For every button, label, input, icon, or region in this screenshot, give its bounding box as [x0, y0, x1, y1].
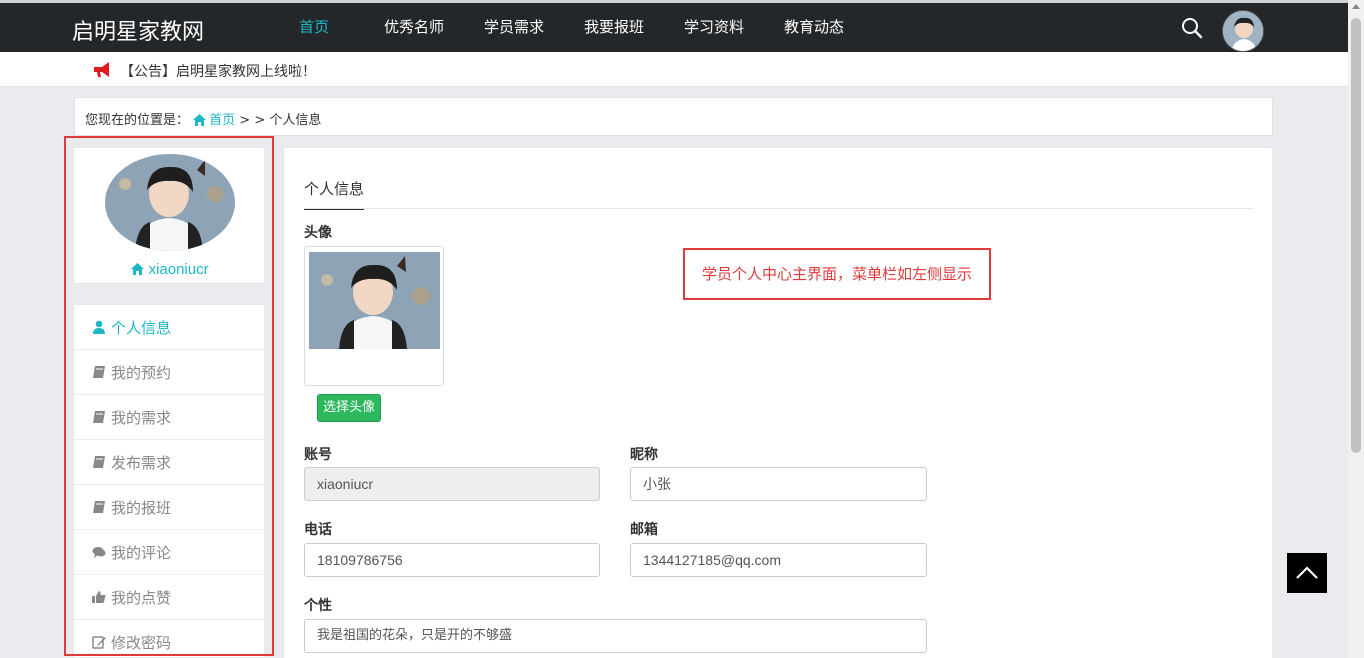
main-nav: 首页 优秀名师 学员需求 我要报班 学习资料 教育动态	[264, 3, 864, 52]
menu-item-label: 修改密码	[111, 633, 172, 652]
chevron-up-icon	[1296, 566, 1318, 579]
user-center-menu: 个人信息 我的预约 我的需求 发布需求 我的报班 我的评论 我的点赞 修改密码	[73, 304, 265, 658]
announcement-bar: 【公告】启明星家教网上线啦！	[0, 52, 1348, 87]
nav-materials[interactable]: 学习资料	[664, 3, 764, 52]
menu-item-label: 我的点赞	[111, 588, 172, 607]
profile-username[interactable]: xiaoniucr	[74, 261, 266, 278]
home-icon	[193, 114, 207, 130]
nickname-field[interactable]: 小张	[630, 467, 927, 501]
menu-item-my-needs[interactable]: 我的需求	[74, 395, 264, 440]
avatar-label: 头像	[304, 225, 332, 241]
profile-avatar	[105, 154, 235, 251]
nickname-label: 昵称	[630, 447, 658, 463]
tab-personal-info[interactable]: 个人信息	[304, 178, 365, 210]
menu-item-appointments[interactable]: 我的预约	[74, 350, 264, 395]
book-icon	[92, 500, 106, 514]
menu-item-label: 发布需求	[111, 453, 172, 472]
tab-divider	[304, 208, 1254, 209]
menu-item-my-likes[interactable]: 我的点赞	[74, 575, 264, 620]
scrollbar-thumb[interactable]	[1351, 18, 1361, 453]
comments-icon	[92, 545, 106, 559]
thumbs-up-icon	[92, 590, 106, 604]
breadcrumb-home-link[interactable]: 首页	[209, 113, 235, 128]
bio-label: 个性	[304, 598, 332, 614]
avatar-image	[309, 252, 440, 349]
search-icon[interactable]	[1180, 16, 1204, 40]
breadcrumb-current: 个人信息	[269, 113, 322, 128]
breadcrumb-prefix: 您现在的位置是：	[85, 113, 190, 128]
menu-item-publish-need[interactable]: 发布需求	[74, 440, 264, 485]
account-field[interactable]: xiaoniucr	[304, 467, 600, 501]
breadcrumb: 您现在的位置是： 首页 > > 个人信息	[74, 97, 1273, 136]
email-label: 邮箱	[630, 522, 658, 538]
avatar-preview	[304, 246, 444, 386]
book-icon	[92, 455, 106, 469]
back-to-top-button[interactable]	[1287, 553, 1327, 593]
menu-item-label: 我的需求	[111, 408, 172, 427]
choose-avatar-button[interactable]: 选择头像	[317, 394, 382, 422]
edit-icon	[92, 635, 106, 649]
top-navbar: 启明星家教网 首页 优秀名师 学员需求 我要报班 学习资料 教育动态	[0, 0, 1364, 52]
bio-field[interactable]: 我是祖国的花朵，只是开的不够盛	[304, 619, 927, 653]
menu-item-my-classes[interactable]: 我的报班	[74, 485, 264, 530]
user-avatar[interactable]	[1222, 10, 1264, 52]
email-field[interactable]: 1344127185@qq.com	[630, 543, 927, 577]
user-icon	[92, 320, 106, 334]
site-logo[interactable]: 启明星家教网	[72, 14, 204, 46]
breadcrumb-separator: > >	[235, 113, 270, 128]
profile-panel: 个人信息 头像 选择头像 学员个人中心主界面，菜单栏如左侧显示 账号 xiaon…	[283, 147, 1273, 658]
menu-item-label: 我的评论	[111, 543, 172, 562]
phone-label: 电话	[304, 522, 332, 538]
nav-enroll[interactable]: 我要报班	[564, 3, 664, 52]
profile-username-text: xiaoniucr	[148, 261, 209, 278]
nav-student-needs[interactable]: 学员需求	[464, 3, 564, 52]
account-label: 账号	[304, 447, 332, 463]
annotation-note: 学员个人中心主界面，菜单栏如左侧显示	[683, 248, 991, 300]
menu-item-label: 个人信息	[111, 318, 172, 337]
announcement-text[interactable]: 【公告】启明星家教网上线啦！	[120, 61, 316, 81]
nav-news[interactable]: 教育动态	[764, 3, 864, 52]
scroll-up-icon[interactable]	[1352, 4, 1360, 9]
phone-field[interactable]: 18109786756	[304, 543, 600, 577]
menu-item-change-password[interactable]: 修改密码	[74, 620, 264, 658]
nav-home[interactable]: 首页	[264, 3, 364, 52]
page-scrollbar[interactable]	[1348, 0, 1364, 658]
nav-teachers[interactable]: 优秀名师	[364, 3, 464, 52]
menu-item-profile[interactable]: 个人信息	[74, 305, 264, 350]
book-icon	[92, 410, 106, 424]
menu-item-label: 我的报班	[111, 498, 172, 517]
menu-item-my-comments[interactable]: 我的评论	[74, 530, 264, 575]
home-icon	[131, 263, 145, 275]
book-icon	[92, 365, 106, 379]
profile-card: xiaoniucr	[73, 147, 265, 284]
megaphone-icon	[92, 61, 112, 79]
menu-item-label: 我的预约	[111, 363, 172, 382]
